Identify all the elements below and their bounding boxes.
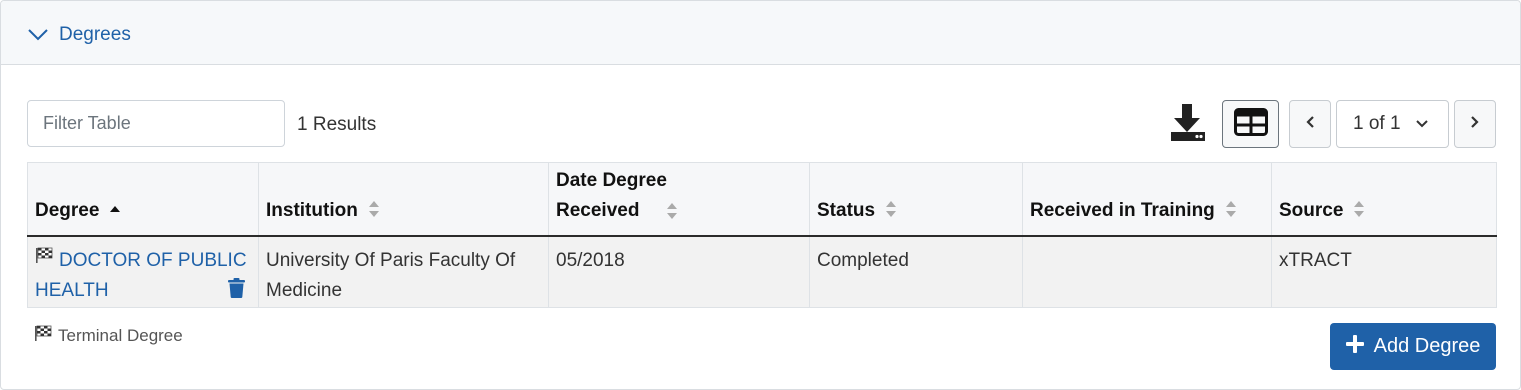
plus-icon [1345, 334, 1364, 359]
chevron-down-icon [1415, 113, 1429, 135]
degree-link[interactable]: DOCTOR OF PUBLIC HEALTH [35, 250, 247, 301]
download-button[interactable] [1168, 102, 1208, 144]
cell-source: xTRACT [1271, 235, 1497, 308]
terminal-degree-legend: Terminal Degree [34, 325, 183, 346]
trash-icon [228, 277, 245, 303]
checkered-flag-icon [35, 243, 53, 273]
sort-icon [885, 200, 897, 218]
results-count: 1 Results [297, 114, 377, 135]
legend-label: Terminal Degree [58, 325, 183, 345]
column-header-received-in-training[interactable]: Received in Training [1022, 162, 1272, 237]
column-header-institution[interactable]: Institution [258, 162, 549, 237]
filter-table-input[interactable] [27, 100, 285, 147]
cell-institution: University Of Paris Faculty Of Medicine [258, 235, 549, 308]
page-select[interactable]: 1 of 1 [1336, 100, 1449, 148]
add-degree-button[interactable]: Add Degree [1330, 323, 1496, 370]
sort-icon [1353, 200, 1365, 218]
table-header-row: Degree Institution Date Degree Received … [27, 162, 1497, 237]
sort-icon [1225, 200, 1237, 218]
column-header-source[interactable]: Source [1271, 162, 1497, 237]
degrees-panel: Degrees 1 Results [0, 0, 1521, 390]
sort-icon [368, 200, 380, 218]
add-degree-label: Add Degree [1373, 335, 1481, 357]
column-header-status[interactable]: Status [809, 162, 1023, 237]
column-header-label: Institution [266, 199, 358, 221]
page-select-label: 1 of 1 [1353, 113, 1401, 134]
degrees-table: Degree Institution Date Degree Received … [27, 162, 1497, 308]
column-header-label: Degree [35, 199, 100, 221]
degrees-panel-toggle[interactable]: Degrees [27, 21, 131, 49]
next-page-button[interactable] [1454, 100, 1496, 148]
panel-title: Degrees [59, 24, 131, 45]
cell-degree: DOCTOR OF PUBLIC HEALTH [27, 235, 259, 308]
column-header-label: Received in Training [1030, 199, 1215, 221]
sort-icon [666, 202, 678, 220]
chevron-down-icon [27, 28, 49, 42]
column-header-label: Source [1279, 199, 1344, 221]
chevron-right-icon [1470, 115, 1480, 134]
sort-ascending-icon [109, 205, 121, 213]
column-header-date-degree-received[interactable]: Date Degree Received [548, 162, 810, 237]
delete-degree-button[interactable] [228, 277, 245, 308]
column-header-degree[interactable]: Degree [27, 162, 259, 237]
panel-header: Degrees [1, 1, 1520, 65]
column-header-label: Status [817, 199, 876, 221]
checkered-flag-icon [34, 325, 52, 346]
table-view-button[interactable] [1222, 100, 1279, 148]
cell-date-received: 05/2018 [548, 235, 810, 308]
table-row: DOCTOR OF PUBLIC HEALTH University Of Pa… [27, 235, 1497, 308]
previous-page-button[interactable] [1289, 100, 1331, 148]
cell-status: Completed [809, 235, 1023, 308]
chevron-left-icon [1305, 115, 1315, 134]
download-icon [1168, 104, 1208, 148]
cell-received-in-training [1022, 235, 1272, 308]
table-view-icon [1233, 107, 1268, 141]
